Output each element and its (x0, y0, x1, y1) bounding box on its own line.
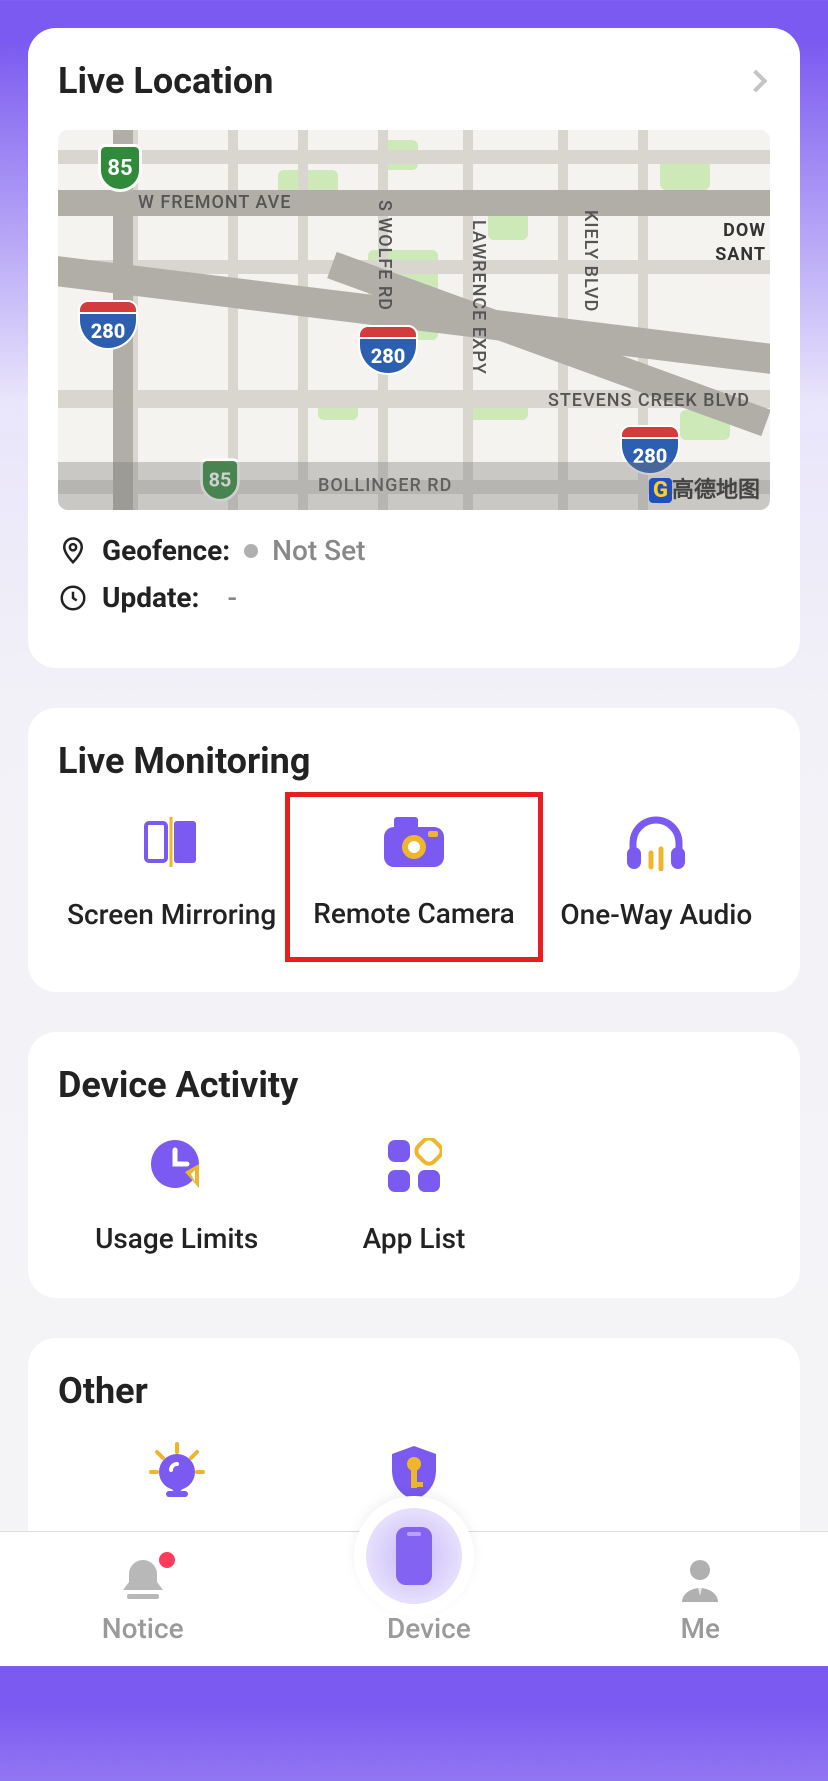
tab-notice[interactable]: Notice (102, 1554, 184, 1645)
phone-icon (394, 1525, 434, 1587)
update-value: - (227, 581, 237, 614)
screen-mirroring-icon (140, 812, 204, 872)
geofence-label: Geofence: (102, 534, 230, 567)
map-attribution: G高德地图 (649, 472, 760, 504)
notification-badge-icon (159, 1552, 175, 1568)
geofence-row: Geofence: Not Set (58, 534, 770, 567)
highway-85-shield-icon: 85 (98, 144, 142, 192)
device-activity-title: Device Activity (58, 1064, 770, 1106)
bottom-tab-bar: Notice Device Me (0, 1531, 828, 1666)
live-monitoring-card: Live Monitoring Screen Mirroring (28, 708, 800, 992)
usage-limits-icon (147, 1136, 207, 1196)
map-text: SANT (715, 244, 766, 265)
update-row: Update: - (58, 581, 770, 614)
live-location-header[interactable]: Live Location (58, 60, 770, 102)
shield-key-icon (386, 1442, 442, 1502)
map-road-label: KIELY BLVD (580, 210, 601, 312)
headphones-icon (621, 812, 691, 872)
map-text: DOW (723, 220, 766, 241)
highway-280-shield-icon: 280 (358, 325, 418, 375)
tile-label: App List (363, 1220, 466, 1258)
map-view[interactable]: W FREMONT AVE S WOLFE RD LAWRENCE EXPY K… (58, 130, 770, 510)
geofence-value: Not Set (272, 534, 365, 567)
tab-label: Me (681, 1612, 720, 1645)
other-title: Other (58, 1370, 770, 1412)
tab-label: Notice (102, 1612, 184, 1645)
tile-label: Usage Limits (95, 1220, 258, 1258)
one-way-audio-button[interactable]: One-Way Audio (543, 812, 770, 962)
device-activity-card: Device Activity Usage Limits (28, 1032, 800, 1298)
usage-limits-button[interactable]: Usage Limits (58, 1136, 295, 1258)
update-label: Update: (102, 581, 199, 614)
map-road-label: W FREMONT AVE (138, 192, 291, 213)
map-road-label: S WOLFE RD (374, 200, 395, 311)
camera-icon (380, 811, 448, 871)
tile-label: One-Way Audio (560, 896, 752, 934)
tab-device-center[interactable] (354, 1496, 474, 1616)
tab-label: Device (387, 1612, 471, 1645)
live-monitoring-title: Live Monitoring (58, 740, 770, 782)
live-location-card: Live Location (28, 28, 800, 668)
map-road-label: STEVENS CREEK BLVD (548, 390, 750, 411)
person-icon (674, 1554, 726, 1606)
highway-280-shield-icon: 280 (78, 300, 138, 350)
location-pin-icon (58, 536, 88, 566)
remote-camera-button[interactable]: Remote Camera (285, 792, 542, 962)
tab-me[interactable]: Me (674, 1554, 726, 1645)
clock-icon (58, 583, 88, 613)
app-grid-icon (386, 1136, 442, 1196)
screen-mirroring-button[interactable]: Screen Mirroring (58, 812, 285, 962)
live-location-title: Live Location (58, 60, 273, 102)
tile-label: Screen Mirroring (67, 896, 276, 934)
status-dot-icon (244, 544, 258, 558)
lightbulb-icon (145, 1442, 209, 1502)
bell-icon (117, 1554, 169, 1606)
app-list-button[interactable]: App List (295, 1136, 532, 1258)
chevron-right-icon (745, 70, 768, 93)
map-road-label: LAWRENCE EXPY (468, 220, 489, 375)
tile-label: Remote Camera (313, 895, 514, 933)
